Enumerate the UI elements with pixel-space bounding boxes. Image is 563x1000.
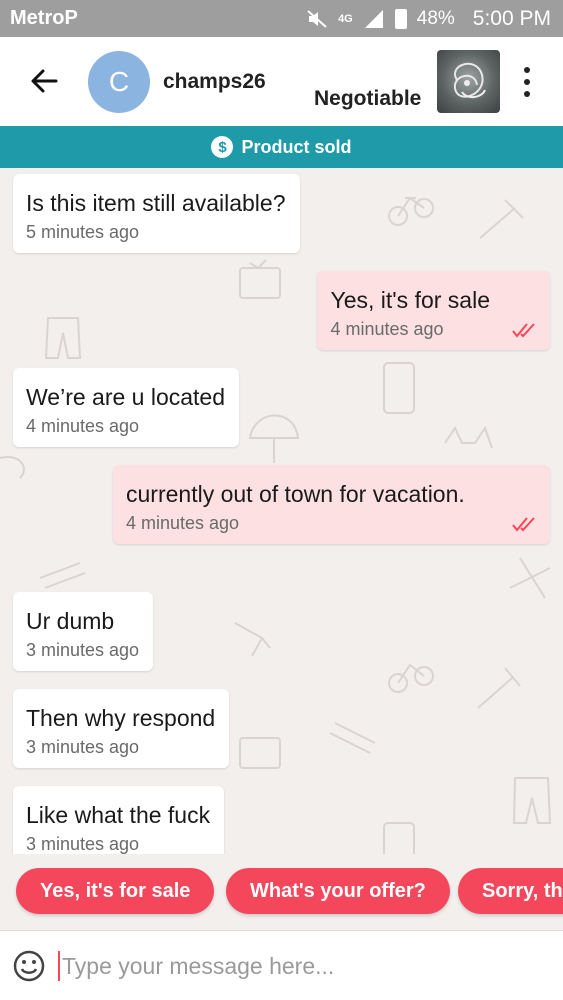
message-input[interactable]	[62, 949, 542, 983]
message-text: Like what the fuck	[26, 802, 211, 828]
message-bubble-incoming: Then why respond 3 minutes ago	[13, 689, 230, 768]
message-bubble-incoming: Ur dumb 3 minutes ago	[13, 592, 154, 671]
message-time: 4 minutes ago	[330, 319, 444, 339]
message-time: 5 minutes ago	[26, 222, 140, 242]
message-text: currently out of town for vacation.	[126, 481, 465, 507]
message-time: 3 minutes ago	[26, 640, 140, 660]
quick-reply-chip[interactable]: Yes, it's for sale	[16, 868, 215, 914]
mute-icon	[307, 9, 327, 28]
text-cursor	[58, 951, 60, 981]
product-cable-image	[453, 62, 486, 98]
message-list[interactable]: Is this item still available? 5 minutes …	[0, 168, 563, 854]
battery-icon	[394, 8, 407, 29]
read-receipt-icon	[512, 323, 535, 338]
clock: 5:00 PM	[472, 6, 551, 30]
message-text: We’re are u located	[26, 384, 226, 410]
message-time: 4 minutes ago	[126, 513, 240, 533]
price-label: Negotiable	[314, 87, 422, 110]
quick-reply-chip[interactable]: What's your offer?	[226, 868, 450, 914]
username[interactable]: champs26	[163, 70, 266, 94]
message-bubble-incoming: We’re are u located 4 minutes ago	[13, 368, 240, 447]
read-receipt-icon	[512, 517, 535, 532]
dollar-icon: $	[211, 136, 234, 158]
message-time: 3 minutes ago	[26, 834, 140, 854]
chat-header: C champs26 Negotiable	[0, 37, 563, 126]
avatar[interactable]: C	[88, 51, 150, 113]
product-thumbnail[interactable]	[437, 50, 500, 113]
message-text: Then why respond	[26, 705, 216, 731]
status-icons: 4G 48% 5:00 PM	[306, 0, 551, 37]
message-time: 3 minutes ago	[26, 737, 140, 757]
message-text: Is this item still available?	[26, 190, 286, 216]
emoji-icon[interactable]	[13, 950, 45, 982]
message-bubble-outgoing: currently out of town for vacation. 4 mi…	[113, 465, 550, 544]
battery-level: 48%	[416, 7, 455, 29]
network-type: 4G	[338, 12, 353, 25]
message-bubble-incoming: Is this item still available? 5 minutes …	[13, 174, 300, 253]
back-arrow-icon[interactable]	[28, 65, 60, 97]
message-bubble-incoming: Like what the fuck 3 minutes ago	[13, 786, 225, 854]
quick-replies: Yes, it's for sale What's your offer? So…	[0, 854, 563, 930]
banner-label: Product sold	[241, 136, 352, 157]
message-bubble-outgoing: Yes, it's for sale 4 minutes ago	[317, 271, 550, 350]
message-text: Yes, it's for sale	[330, 287, 490, 313]
message-text: Ur dumb	[26, 608, 115, 634]
quick-reply-chip[interactable]: Sorry, th	[458, 868, 563, 914]
product-sold-banner: $ Product sold	[0, 126, 563, 168]
carrier-name: MetroP	[10, 7, 78, 29]
more-options-icon[interactable]	[522, 67, 532, 97]
status-bar: MetroP 4G 48% 5:00 PM	[0, 0, 563, 37]
avatar-letter: C	[108, 66, 130, 97]
composer-bar	[0, 930, 563, 1000]
signal-icon	[364, 9, 383, 28]
message-time: 4 minutes ago	[26, 416, 140, 436]
